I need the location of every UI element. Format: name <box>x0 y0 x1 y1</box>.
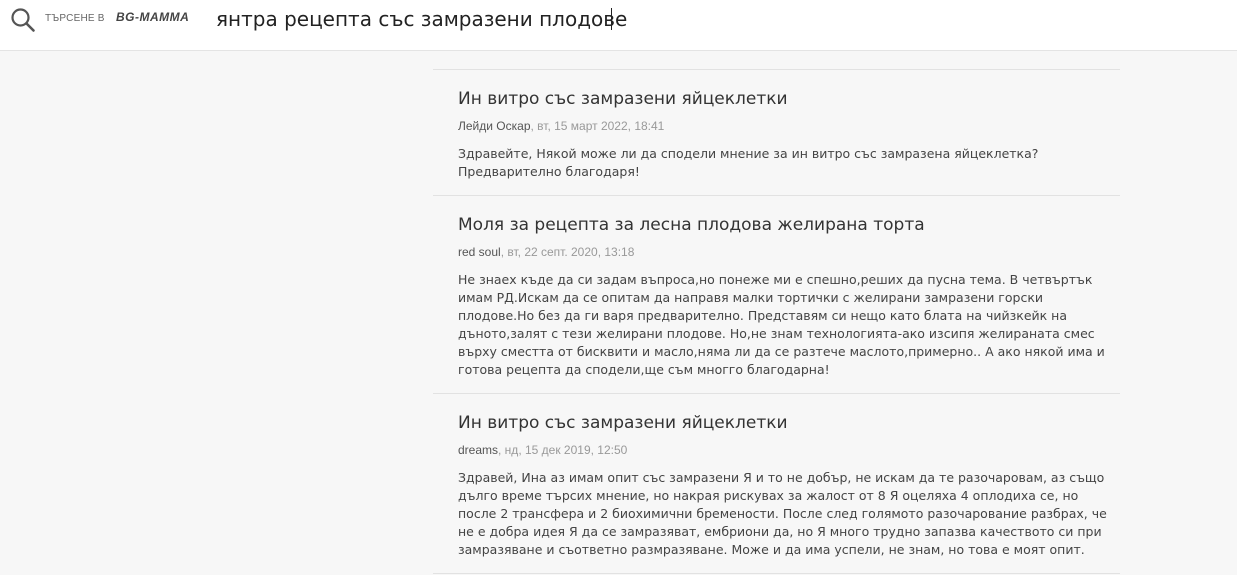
result-snippet: Здравейте, Някой може ли да сподели мнен… <box>458 146 1039 179</box>
result-snippet: Не знаех къде да си задам въпроса,но пон… <box>458 272 1105 377</box>
result-date: , нд, 15 дек 2019, 12:50 <box>498 443 628 457</box>
search-input[interactable] <box>216 5 916 33</box>
result-author: dreams <box>458 443 499 457</box>
brand-logo: BG-MAMMA <box>116 10 190 24</box>
result-title[interactable]: Ин витро със замразени яйцеклетки <box>458 412 1120 434</box>
result-item: Ин витро със замразени яйцеклетки dreams… <box>433 393 1120 573</box>
result-item: Ин витро със замразени яйцеклетки Лейди … <box>433 69 1120 195</box>
result-title[interactable]: Моля за рецепта за лесна плодова желиран… <box>458 214 1120 236</box>
result-title[interactable]: Ин витро със замразени яйцеклетки <box>458 88 1120 110</box>
text-caret <box>611 8 612 30</box>
divider <box>433 573 1120 574</box>
result-author: red soul <box>458 245 501 259</box>
result-item: Моля за рецепта за лесна плодова желиран… <box>433 195 1120 393</box>
result-meta: dreams, нд, 15 дек 2019, 12:50 <box>458 443 1120 458</box>
result-date: , вт, 22 септ. 2020, 13:18 <box>500 245 635 259</box>
search-prefix-label: ТЪРСЕНЕ В <box>45 13 105 24</box>
result-snippet: Здравей, Ина аз имам опит със замразени … <box>458 470 1107 557</box>
result-date: , вт, 15 март 2022, 18:41 <box>530 119 665 133</box>
results-list: Ин витро със замразени яйцеклетки Лейди … <box>433 69 1120 574</box>
search-bar: ТЪРСЕНЕ В BG-MAMMA <box>0 0 1237 51</box>
result-meta: red soul, вт, 22 септ. 2020, 13:18 <box>458 245 1120 260</box>
result-author: Лейди Оскар <box>458 119 531 133</box>
result-meta: Лейди Оскар, вт, 15 март 2022, 18:41 <box>458 119 1120 134</box>
search-icon[interactable] <box>10 7 36 33</box>
